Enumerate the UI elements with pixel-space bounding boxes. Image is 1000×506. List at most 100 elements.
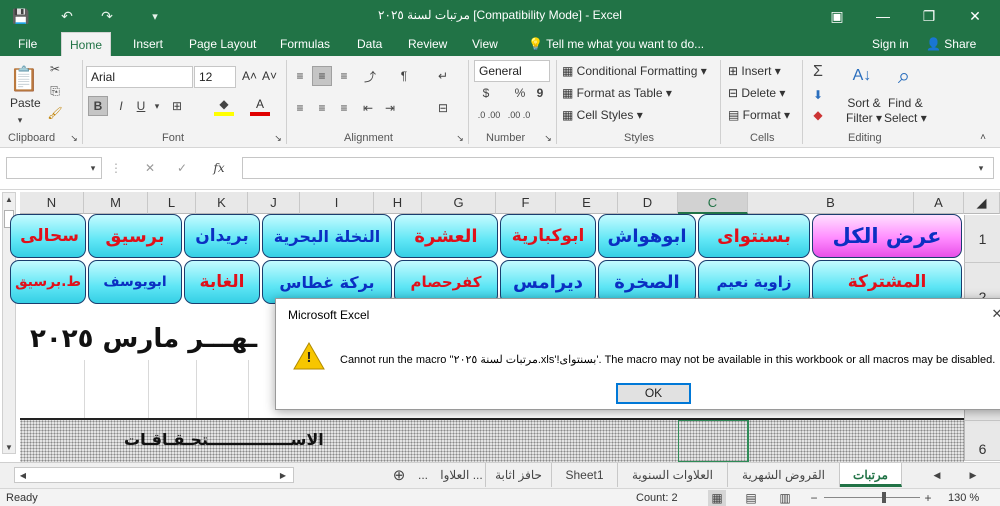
sort-filter-icon[interactable]: A↓ [846, 60, 878, 92]
clear-icon[interactable]: ◆ [808, 106, 828, 124]
tab-page-layout[interactable]: Page Layout [181, 32, 264, 56]
zoom-out-button[interactable]: − [808, 490, 820, 506]
row-header-1[interactable]: 1 [964, 215, 1000, 263]
area-button-nakhla-bahria[interactable]: النخلة البحرية [262, 214, 392, 258]
paste-button[interactable]: Paste [10, 96, 41, 110]
tab-formulas[interactable]: Formulas [272, 32, 338, 56]
delete-cells-button[interactable]: ⊟ Delete ▾ [728, 86, 785, 100]
sheet-nav-prev-icon[interactable]: ◀ [930, 468, 944, 482]
conditional-formatting-button[interactable]: ▦ Conditional Formatting ▾ [562, 64, 707, 78]
column-header-d[interactable]: D [618, 192, 678, 214]
share-button[interactable]: 👤 Share [918, 32, 984, 56]
tab-home[interactable]: Home [61, 32, 112, 56]
sort-filter-button[interactable]: Sort & Filter ▾ [846, 96, 882, 126]
tab-view[interactable]: View [464, 32, 506, 56]
scroll-left-icon[interactable]: ◀ [16, 468, 30, 482]
name-box-dropdown-icon[interactable]: ▾ [86, 160, 100, 176]
area-button-bisintway[interactable]: بسنتواى [698, 214, 810, 258]
horizontal-scrollbar[interactable] [14, 467, 294, 483]
area-button-alashra[interactable]: العشرة [394, 214, 498, 258]
formula-input[interactable] [242, 157, 994, 179]
sheet-tab-incentive[interactable]: حافز اثابة [486, 463, 552, 487]
sheet-nav-next-icon[interactable]: ▶ [966, 468, 980, 482]
page-layout-view-icon[interactable]: ▤ [742, 490, 760, 506]
fill-icon[interactable]: ⬇ [808, 86, 828, 104]
alignment-launcher-icon[interactable]: ↘ [454, 132, 466, 144]
normal-view-icon[interactable]: ▦ [708, 490, 726, 506]
restore-button[interactable]: ❐ [906, 0, 952, 32]
bold-button[interactable]: B [88, 96, 108, 116]
insert-function-icon[interactable]: fx [206, 159, 232, 177]
borders-icon[interactable]: ⊞ [166, 96, 188, 116]
align-middle-icon[interactable]: ≡ [312, 66, 332, 86]
align-right-icon[interactable]: ≡ [334, 98, 354, 118]
currency-icon[interactable]: $ [476, 84, 496, 102]
underline-dropdown-icon[interactable]: ▾ [152, 96, 162, 116]
sheet-tab-annual-raises[interactable]: العلاوات السنوية [618, 463, 728, 487]
insert-cells-button[interactable]: ⊞ Insert ▾ [728, 64, 781, 78]
column-header-b[interactable]: B [748, 192, 914, 214]
fill-color-icon[interactable]: ◆ [214, 96, 234, 116]
find-select-icon[interactable]: ⌕ [888, 60, 920, 92]
format-as-table-button[interactable]: ▦ Format as Table ▾ [562, 86, 672, 100]
area-button-abuhawash[interactable]: ابوهواش [598, 214, 696, 258]
more-sheets-ellipsis[interactable]: ... [418, 468, 428, 482]
find-select-button[interactable]: Find & Select ▾ [884, 96, 927, 126]
column-header-g[interactable]: G [422, 192, 496, 214]
scroll-down-icon[interactable]: ▼ [2, 440, 16, 454]
zoom-level[interactable]: 130 % [948, 492, 979, 504]
area-button-bredan[interactable]: بريدان [184, 214, 260, 258]
expand-formula-icon[interactable]: ▾ [974, 160, 988, 176]
orientation-icon[interactable]: ⤴ [358, 66, 382, 86]
tab-file[interactable]: File [10, 32, 45, 56]
sign-in-link[interactable]: Sign in [864, 32, 917, 56]
column-header-i[interactable]: I [300, 192, 374, 214]
show-all-button[interactable]: عرض الكل [812, 214, 962, 258]
column-header-e[interactable]: E [556, 192, 618, 214]
percent-icon[interactable]: % [510, 84, 530, 102]
zoom-in-button[interactable]: + [922, 490, 934, 506]
increase-indent-icon[interactable]: ⇥ [380, 98, 400, 118]
selected-cell-c6[interactable] [678, 420, 748, 462]
column-header-k[interactable]: K [196, 192, 248, 214]
rtl-direction-icon[interactable]: ¶ [392, 66, 416, 86]
minimize-button[interactable]: — [860, 0, 906, 32]
align-center-icon[interactable]: ≡ [312, 98, 332, 118]
enter-icon[interactable]: ✓ [172, 159, 192, 177]
ok-button[interactable]: OK [616, 383, 691, 404]
shrink-font-button[interactable]: A˅ [262, 69, 277, 83]
copy-icon[interactable]: ⎘ [46, 82, 64, 100]
row-header-6[interactable]: 6 [964, 421, 1000, 461]
decrease-decimal-icon[interactable]: .00 .0 [506, 106, 532, 124]
zoom-slider-thumb[interactable] [882, 492, 886, 503]
select-all-corner[interactable]: ◢ [964, 192, 1000, 214]
align-top-icon[interactable]: ≡ [290, 66, 310, 86]
area-button-ghaba[interactable]: الغابة [184, 260, 260, 304]
page-break-view-icon[interactable]: ▥ [776, 490, 794, 506]
paste-icon[interactable]: 📋 [8, 62, 40, 96]
tab-review[interactable]: Review [400, 32, 455, 56]
merge-center-icon[interactable]: ⊟ [432, 98, 454, 118]
area-button-t-birsiq[interactable]: ط.برسيق [10, 260, 86, 304]
clipboard-launcher-icon[interactable]: ↘ [68, 132, 80, 144]
zoom-slider[interactable] [824, 497, 920, 498]
column-header-a[interactable]: A [914, 192, 964, 214]
decrease-indent-icon[interactable]: ⇤ [358, 98, 378, 118]
align-bottom-icon[interactable]: ≡ [334, 66, 354, 86]
area-button-abuyousef[interactable]: ابويوسف [88, 260, 182, 304]
comma-style-icon[interactable]: 9 [530, 84, 550, 102]
wrap-text-icon[interactable]: ↵ [432, 66, 454, 86]
dialog-close-icon[interactable]: ✕ [988, 305, 1000, 323]
sheet-tab-allowances-short[interactable]: العلاوا ... [438, 463, 486, 487]
increase-decimal-icon[interactable]: .0 .00 [476, 106, 502, 124]
font-size-box[interactable]: 12 [194, 66, 236, 88]
font-launcher-icon[interactable]: ↘ [272, 132, 284, 144]
column-header-m[interactable]: M [84, 192, 148, 214]
number-launcher-icon[interactable]: ↘ [542, 132, 554, 144]
column-header-h[interactable]: H [374, 192, 422, 214]
column-header-l[interactable]: L [148, 192, 196, 214]
number-format-box[interactable]: General [474, 60, 550, 82]
format-painter-icon[interactable]: 🖌 [46, 104, 64, 122]
collapse-ribbon-icon[interactable]: ˄ [976, 130, 990, 144]
tab-insert[interactable]: Insert [125, 32, 171, 56]
